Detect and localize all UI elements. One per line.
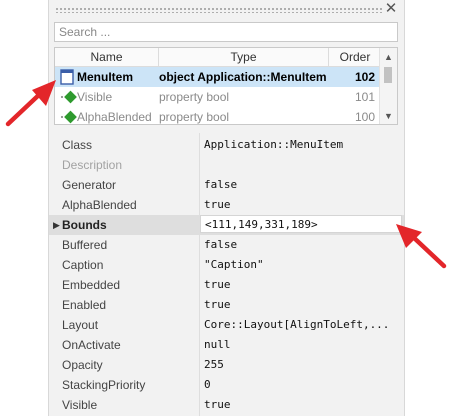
search-input[interactable]	[54, 22, 398, 42]
property-label: Visible	[62, 398, 98, 412]
tree-row-type: property bool	[159, 110, 230, 124]
property-label: Buffered	[62, 238, 108, 252]
property-value: true	[204, 198, 231, 211]
column-header-type[interactable]: Type	[159, 48, 329, 66]
scroll-thumb[interactable]	[384, 67, 392, 83]
tree-row-menuitem[interactable]: MenuItem object Application::MenuItem 10…	[55, 67, 381, 87]
property-row-bounds[interactable]: ▶ Bounds <111,149,331,189>	[49, 215, 404, 235]
property-value: Core::Layout[AlignToLeft,...	[204, 318, 390, 331]
tree-row-type: property bool	[159, 90, 230, 104]
panel-grip[interactable]	[55, 7, 382, 13]
property-row-embedded[interactable]: Embedded true	[49, 275, 404, 295]
property-grid: Class Application::MenuItem Description …	[49, 133, 404, 416]
close-icon[interactable]: ✕	[384, 1, 398, 17]
property-value: null	[204, 338, 231, 351]
tree-scrollbar[interactable]: ▲ ▼	[379, 48, 397, 124]
tree-row-order: 100	[354, 110, 375, 124]
tree-row-order: 101	[354, 90, 375, 104]
bounds-value-field[interactable]: <111,149,331,189>	[200, 215, 402, 233]
tree-row-type: object Application::MenuItem	[159, 70, 327, 84]
property-row-buffered[interactable]: Buffered false	[49, 235, 404, 255]
property-label: StackingPriority	[62, 378, 146, 392]
property-label: AlphaBlended	[62, 198, 137, 212]
inspector-panel: ✕ Name Type Order MenuItem object Applic…	[48, 0, 405, 416]
member-tree: Name Type Order MenuItem object Applicat…	[54, 47, 398, 125]
column-header-name[interactable]: Name	[55, 48, 159, 66]
property-value: Application::MenuItem	[204, 138, 344, 151]
property-row-caption[interactable]: Caption "Caption"	[49, 255, 404, 275]
property-label: Generator	[62, 178, 117, 192]
property-row-enabled[interactable]: Enabled true	[49, 295, 404, 315]
property-row-stackingpriority[interactable]: StackingPriority 0	[49, 375, 404, 395]
tree-row-alphablended[interactable]: AlphaBlended property bool 100	[55, 107, 381, 124]
property-label: Layout	[62, 318, 99, 332]
annotation-arrow-right	[396, 224, 447, 269]
tree-header: Name Type Order	[55, 48, 381, 67]
property-value: "Caption"	[204, 258, 264, 271]
tree-row-visible[interactable]: Visible property bool 101	[55, 87, 381, 107]
property-row-visible[interactable]: Visible true	[49, 395, 404, 415]
property-value: true	[204, 298, 231, 311]
property-label: Class	[62, 138, 93, 152]
tree-row-name: Visible	[77, 90, 113, 104]
annotation-arrow-left	[5, 80, 56, 127]
property-label: Description	[62, 158, 123, 172]
property-value: true	[204, 398, 231, 411]
property-label: Enabled	[62, 298, 107, 312]
property-value: 0	[204, 378, 211, 391]
property-value: false	[204, 238, 238, 251]
property-value: true	[204, 278, 231, 291]
property-label: Embedded	[62, 278, 121, 292]
column-header-order[interactable]: Order	[329, 48, 381, 66]
property-label: OnActivate	[62, 338, 121, 352]
column-divider[interactable]	[199, 133, 200, 416]
property-value: 255	[204, 358, 224, 371]
scroll-down-icon[interactable]: ▼	[380, 109, 397, 124]
property-row-opacity[interactable]: Opacity 255	[49, 355, 404, 375]
property-value: false	[204, 178, 238, 191]
property-label: Opacity	[62, 358, 103, 372]
tree-row-order: 102	[354, 70, 375, 84]
property-row-generator[interactable]: Generator false	[49, 175, 404, 195]
property-row-class[interactable]: Class Application::MenuItem	[49, 135, 404, 155]
scroll-up-icon[interactable]: ▲	[380, 50, 397, 65]
property-row-onactivate[interactable]: OnActivate null	[49, 335, 404, 355]
tree-row-name: AlphaBlended	[77, 110, 152, 124]
property-label: Bounds	[62, 218, 107, 232]
property-label: Caption	[62, 258, 104, 272]
property-row-layout[interactable]: Layout Core::Layout[AlignToLeft,...	[49, 315, 404, 335]
property-row-description[interactable]: Description	[49, 155, 404, 175]
property-row-alphablended[interactable]: AlphaBlended true	[49, 195, 404, 215]
tree-row-name: MenuItem	[77, 70, 134, 84]
expand-arrow-icon[interactable]: ▶	[53, 215, 61, 235]
